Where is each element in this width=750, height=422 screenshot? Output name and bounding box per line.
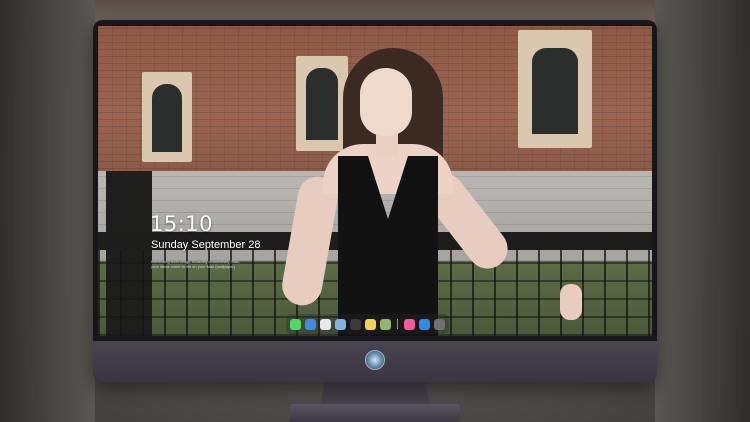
monitor-stand-base — [290, 404, 460, 422]
monitor-logo-icon — [365, 350, 385, 370]
background-blur-top — [95, 0, 655, 22]
wallpaper-window-right-glass — [532, 48, 578, 134]
screen-wallpaper[interactable]: 15:10 Sunday September 28 Interesting te… — [98, 26, 652, 336]
preview-icon[interactable] — [335, 318, 346, 330]
safari-icon[interactable] — [320, 318, 331, 330]
background-blur-right — [655, 0, 750, 422]
notes-icon[interactable] — [365, 318, 376, 330]
lock-screen-info-line: your ideas come to life on your Mac (wal… — [151, 264, 236, 269]
video-icon[interactable] — [350, 318, 361, 330]
messages-icon[interactable] — [290, 318, 301, 330]
lock-screen-clock: 15:10 — [150, 212, 214, 236]
music-icon[interactable] — [404, 318, 415, 330]
dock — [286, 314, 449, 334]
dock-separator — [397, 319, 398, 329]
app-store-icon[interactable] — [419, 318, 430, 330]
camera-icon[interactable] — [434, 318, 445, 330]
wallpaper-window-middle-glass — [306, 68, 338, 140]
background-blur-left — [0, 0, 95, 422]
finder-icon[interactable] — [305, 318, 316, 330]
wallpaper-person-face — [360, 68, 412, 136]
photos-icon[interactable] — [380, 318, 391, 330]
wallpaper-person-hand-right — [560, 284, 582, 320]
lock-screen-info: Interesting technology. Amazing connecti… — [151, 259, 261, 269]
wallpaper-window-left-glass — [152, 84, 182, 152]
lock-screen-date: Sunday September 28 — [151, 239, 261, 251]
